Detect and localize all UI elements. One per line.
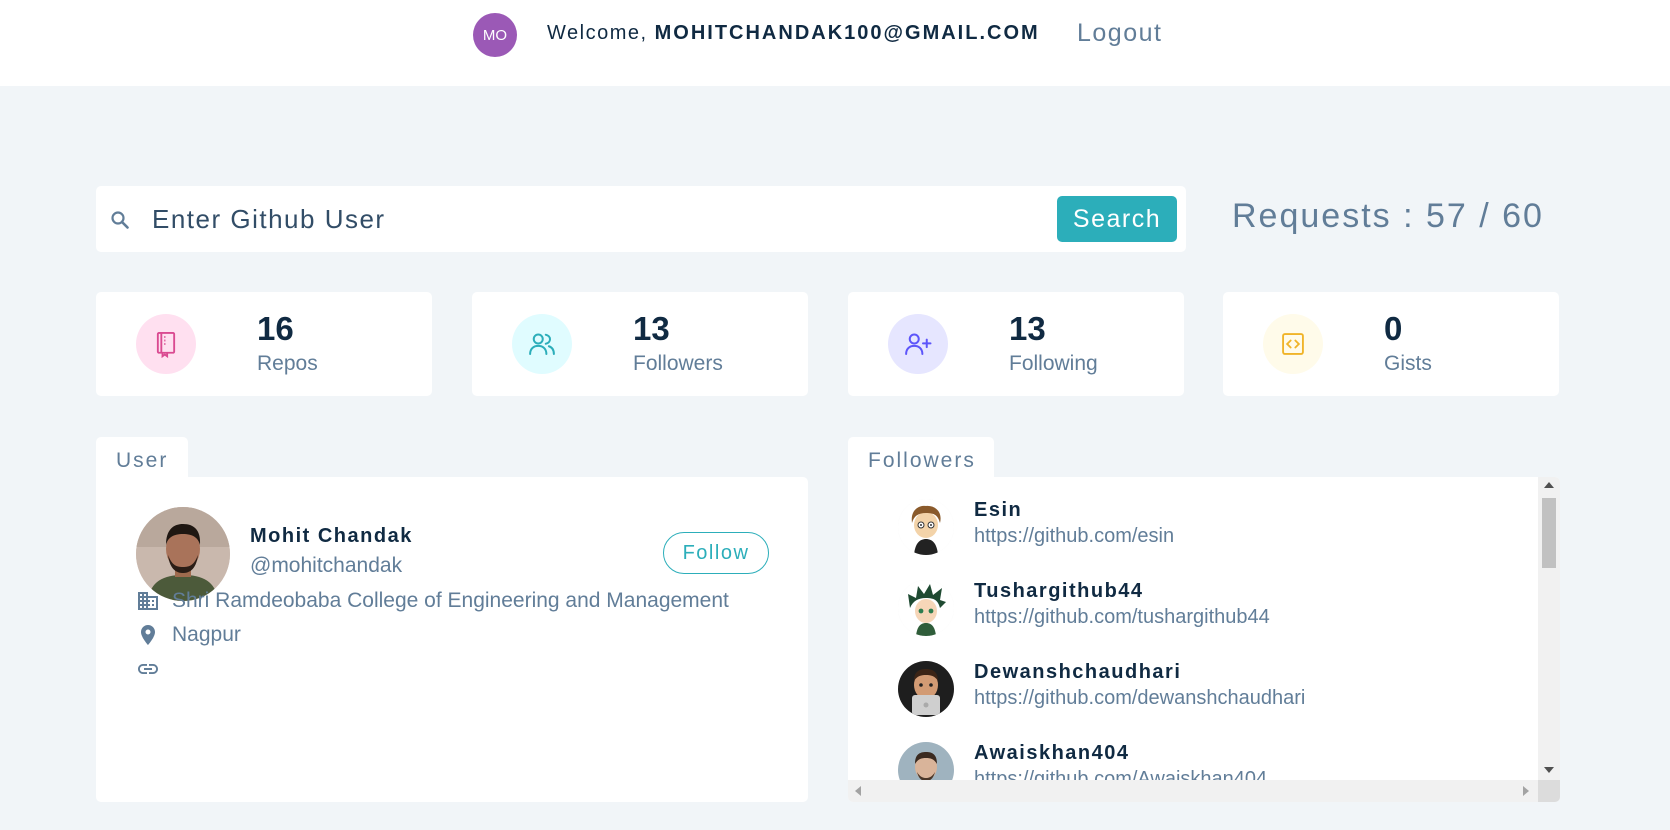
followers-panel-tab: Followers [848, 437, 994, 479]
user-blog-row[interactable] [136, 657, 172, 681]
stat-card-gists: 0 Gists [1223, 292, 1559, 396]
user-location-row: Nagpur [136, 623, 241, 647]
user-email: MOHITCHANDAK100@GMAIL.COM [654, 22, 1040, 44]
scrollbar-corner [1538, 780, 1560, 802]
stat-card-followers: 13 Followers [472, 292, 808, 396]
scroll-down-arrow-icon[interactable] [1544, 767, 1554, 773]
followers-list: Esin https://github.com/esin Tushargithu… [848, 477, 1538, 780]
follower-item: Dewanshchaudhari https://github.com/dewa… [898, 659, 1518, 719]
stat-label: Repos [257, 352, 318, 375]
stat-card-repos: 16 Repos [96, 292, 432, 396]
scrollbar-thumb[interactable] [1542, 498, 1556, 568]
welcome-message: Welcome, MOHITCHANDAK100@GMAIL.COM [547, 22, 1040, 45]
stat-value: 13 [1009, 310, 1046, 347]
followers-users-icon [512, 314, 572, 374]
follower-item: Tushargithub44 https://github.com/tushar… [898, 578, 1518, 638]
stat-card-following: 13 Following [848, 292, 1184, 396]
followers-horizontal-scrollbar[interactable] [848, 780, 1560, 802]
follower-url[interactable]: https://github.com/dewanshchaudhari [974, 687, 1305, 710]
follower-name: Awaiskhan404 [974, 742, 1130, 764]
nav-user-avatar: MO [473, 13, 517, 57]
follower-item: Esin https://github.com/esin [898, 497, 1518, 557]
navbar: MO Welcome, MOHITCHANDAK100@GMAIL.COM Lo… [0, 0, 1670, 86]
user-card: Mohit Chandak @mohitchandak Follow Shri … [96, 477, 808, 802]
building-icon [138, 592, 158, 610]
follower-url[interactable]: https://github.com/esin [974, 525, 1174, 548]
follower-name: Dewanshchaudhari [974, 661, 1182, 683]
requests-counter: Requests : 57 / 60 [1232, 197, 1544, 235]
user-company-row: Shri Ramdeobaba College of Engineering a… [136, 589, 729, 613]
code-file-icon [1263, 314, 1323, 374]
search-input[interactable] [152, 198, 1032, 240]
follower-url[interactable]: https://github.com/Awaiskhan404 [974, 768, 1267, 780]
nav-avatar-initials: MO [482, 26, 508, 44]
scroll-right-arrow-icon[interactable] [1523, 786, 1529, 796]
user-panel-tab: User [96, 437, 188, 479]
follower-avatar [898, 499, 954, 555]
follower-avatar [898, 661, 954, 717]
user-plus-icon [888, 314, 948, 374]
search-icon [111, 211, 129, 229]
follower-name: Tushargithub44 [974, 580, 1144, 602]
stat-label: Gists [1384, 352, 1432, 375]
user-full-name: Mohit Chandak [250, 525, 413, 547]
followers-vertical-scrollbar[interactable] [1538, 477, 1560, 780]
welcome-prefix: Welcome, [547, 22, 648, 44]
location-pin-icon [141, 625, 155, 645]
stat-label: Following [1009, 352, 1098, 375]
scroll-left-arrow-icon[interactable] [855, 786, 861, 796]
stat-value: 0 [1384, 310, 1403, 347]
follower-name: Esin [974, 499, 1023, 521]
user-login-handle: @mohitchandak [250, 554, 403, 577]
follower-url[interactable]: https://github.com/tushargithub44 [974, 606, 1270, 629]
followers-card: Esin https://github.com/esin Tushargithu… [848, 477, 1560, 802]
follower-avatar [898, 580, 954, 636]
stat-value: 16 [257, 310, 294, 347]
user-avatar [136, 507, 230, 601]
user-location: Nagpur [172, 623, 241, 646]
repo-book-icon [136, 314, 196, 374]
follow-button[interactable]: Follow [663, 532, 769, 574]
link-icon [138, 664, 158, 674]
stat-label: Followers [633, 352, 723, 375]
scroll-up-arrow-icon[interactable] [1544, 482, 1554, 488]
follower-avatar [898, 742, 954, 780]
search-form: Search [96, 186, 1186, 252]
search-button[interactable]: Search [1057, 196, 1177, 242]
logout-button[interactable]: Logout [1077, 19, 1162, 48]
user-company: Shri Ramdeobaba College of Engineering a… [172, 589, 729, 612]
stat-value: 13 [633, 310, 670, 347]
follower-item: Awaiskhan404 https://github.com/Awaiskha… [898, 740, 1518, 780]
